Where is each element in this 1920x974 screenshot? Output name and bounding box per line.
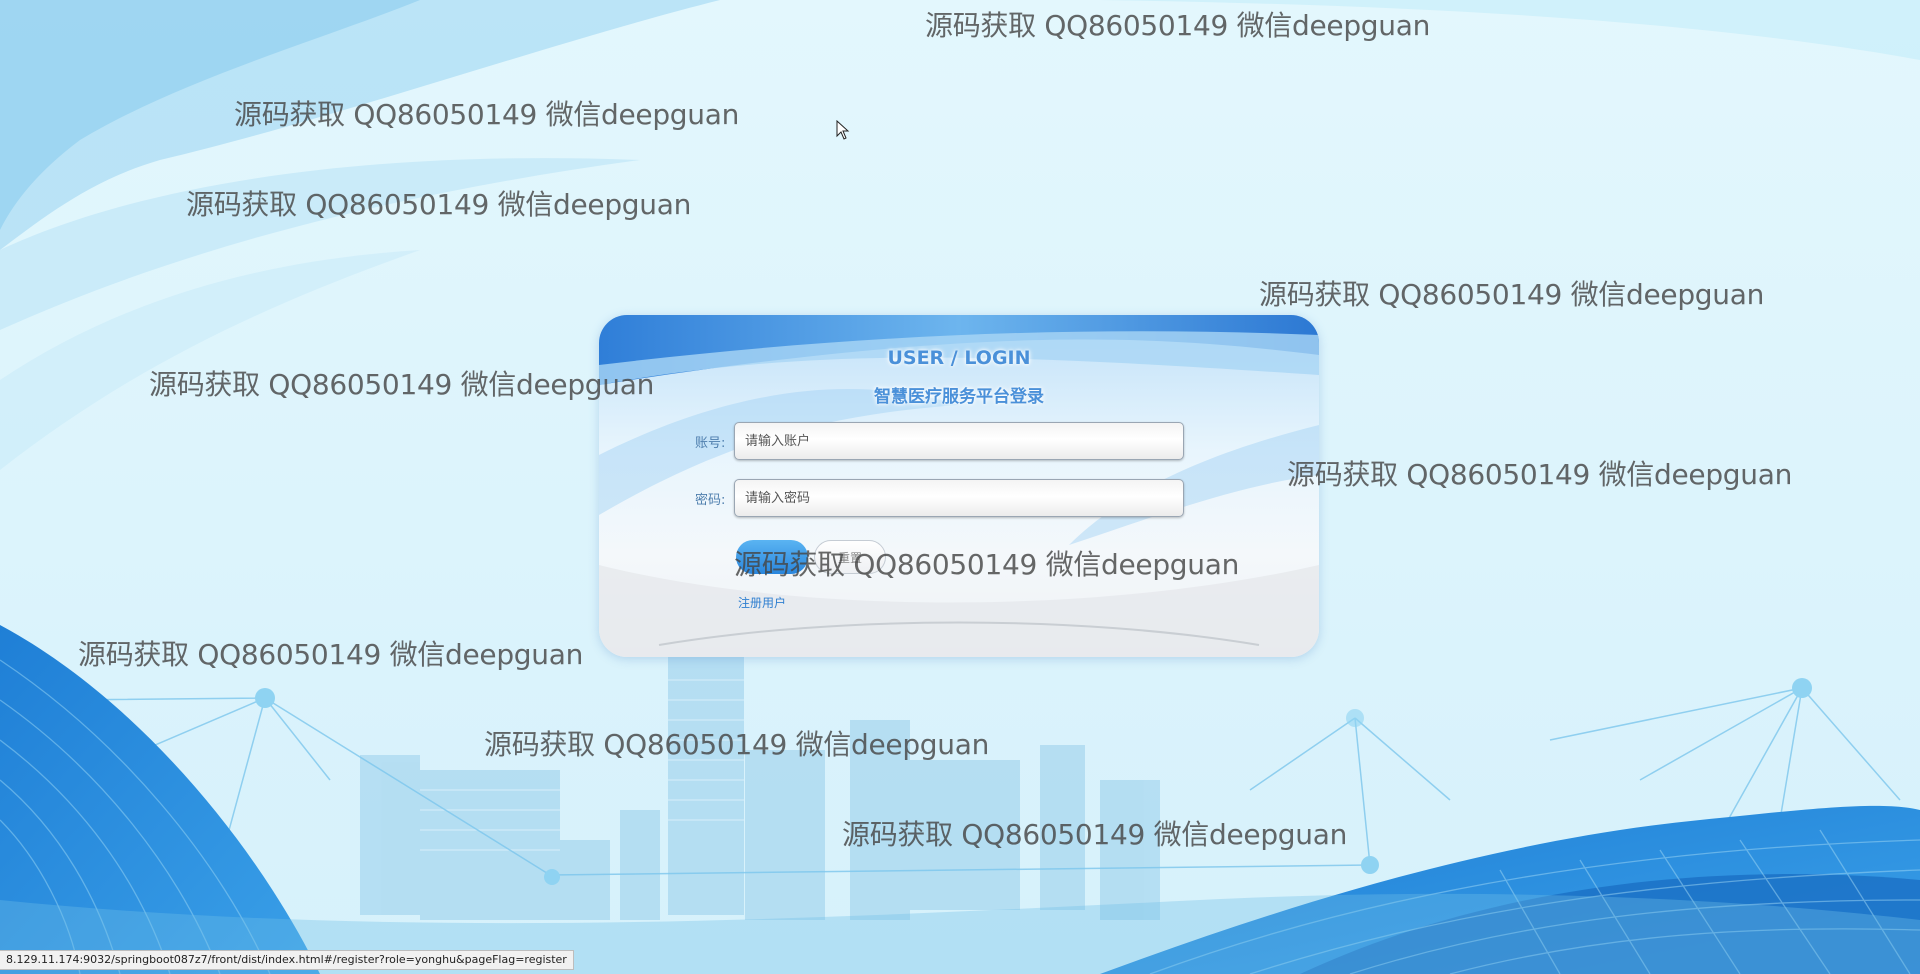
reset-button[interactable]: 重置 xyxy=(814,540,886,574)
password-label: 密码: xyxy=(695,493,726,508)
login-card: USER / LOGIN 智慧医疗服务平台登录 账号: 密码: 重置 注册用户 xyxy=(599,315,1319,657)
mouse-cursor-icon xyxy=(836,120,850,140)
register-link[interactable]: 注册用户 xyxy=(738,594,786,611)
login-title-en: USER / LOGIN xyxy=(887,347,1031,369)
status-bar-url: 8.129.11.174:9032/springboot087z7/front/… xyxy=(0,950,574,970)
login-title-cn: 智慧医疗服务平台登录 xyxy=(874,387,1044,407)
login-button[interactable] xyxy=(736,540,808,574)
account-label: 账号: xyxy=(695,436,726,451)
password-input[interactable] xyxy=(734,479,1184,517)
account-input[interactable] xyxy=(734,422,1184,460)
